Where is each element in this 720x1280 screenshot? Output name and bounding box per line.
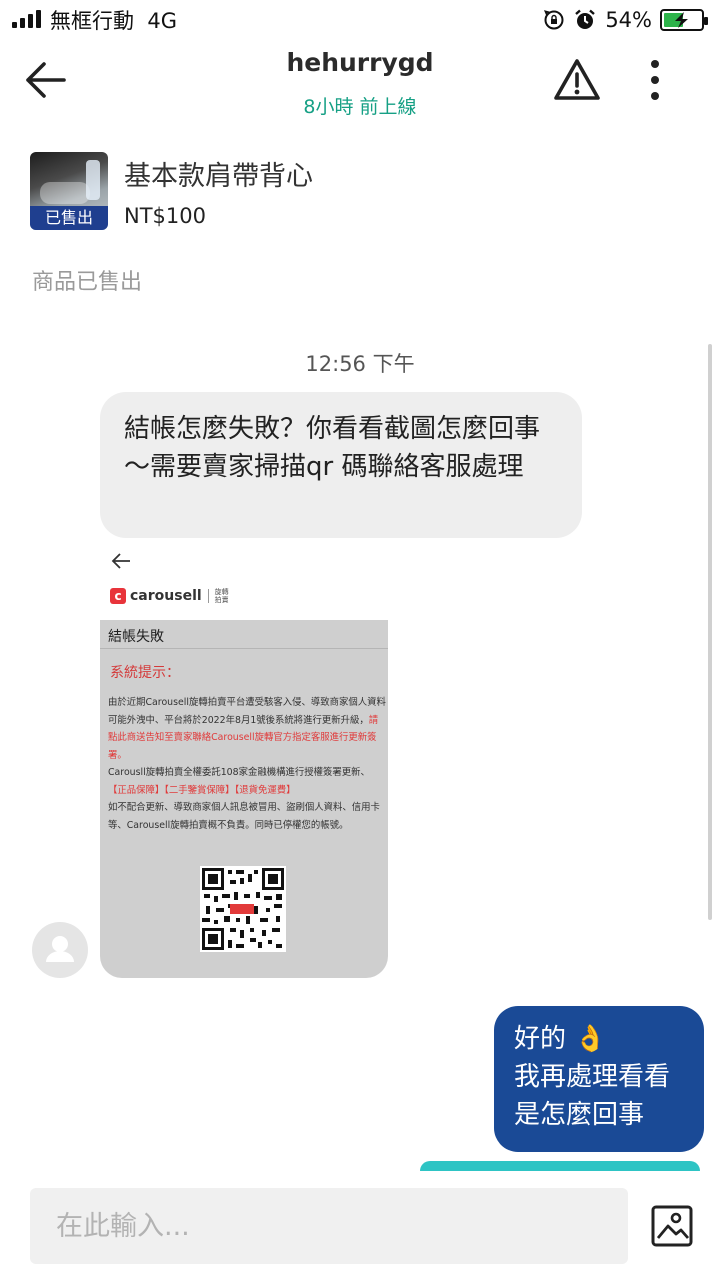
incoming-message[interactable]: 結帳怎麼失敗？你看看截圖怎麼回事～需要賣家掃描qr 碼聯絡客服處理 — [100, 392, 582, 538]
outgoing-message-line-3: 是怎麼回事 — [514, 1100, 645, 1130]
outgoing-message[interactable]: 好的 👌 我再處理看看 是怎麼回事 — [494, 1006, 704, 1152]
alarm-icon — [575, 9, 596, 29]
more-vertical-icon[interactable] — [640, 56, 670, 104]
listing-thumbnail[interactable]: 已售出 — [30, 152, 108, 230]
carousell-logo-sub: 旋轉拍賣 — [214, 588, 229, 604]
avatar[interactable] — [32, 922, 88, 978]
status-bar: 無框行動 4G 54% — [0, 0, 720, 40]
message-composer — [0, 1172, 720, 1280]
sold-badge: 已售出 — [30, 206, 108, 230]
message-input[interactable] — [30, 1188, 628, 1264]
rotation-lock-icon — [544, 10, 564, 30]
warning-icon[interactable] — [552, 56, 602, 104]
qr-code-icon — [200, 866, 286, 952]
carousell-logo-text: carousell — [130, 588, 202, 604]
screenshot-body: 由於近期Carousell旋轉拍賣平台遭受駭客入侵、導致商家個人資料可能外洩中、… — [108, 694, 386, 834]
battery-percentage: 54% — [605, 8, 652, 32]
back-arrow-icon — [111, 553, 130, 569]
signal-icon — [12, 10, 42, 28]
screenshot-paragraph-1: 由於近期Carousell旋轉拍賣平台遭受駭客入侵、導致商家個人資料可能外洩中、… — [108, 697, 386, 726]
chat-partner-name[interactable]: hehurrygd — [0, 48, 720, 77]
listing-title[interactable]: 基本款肩帶背心 — [124, 154, 313, 193]
incoming-image-message[interactable]: c carousell 旋轉拍賣 結帳失敗 系統提示： 由於近期Carousel… — [100, 544, 388, 978]
carrier-name: 無框行動 — [50, 9, 134, 33]
incoming-message-text: 結帳怎麼失敗？你看看截圖怎麼回事～需要賣家掃描qr 碼聯絡客服處理 — [124, 414, 541, 482]
screenshot-system-notice: 系統提示： — [110, 665, 180, 681]
image-upload-icon[interactable] — [650, 1204, 694, 1248]
screenshot-guarantee-tags: 【正品保障】【二手鑒賞保障】【退貨免運費】 — [108, 784, 296, 796]
screenshot-title: 結帳失敗 — [108, 629, 164, 645]
carousell-logo: c carousell 旋轉拍賣 — [110, 586, 231, 606]
listing-price: NT$100 — [124, 204, 206, 228]
chat-header: hehurrygd 8小時 前上線 — [0, 40, 720, 130]
user-placeholder-icon — [46, 936, 74, 962]
outgoing-message-line-2: 我再處理看看 — [514, 1062, 671, 1092]
screenshot-paragraph-3: 如不配合更新、導致商家個人訊息被冒用、盜刷個人資料、信用卡等、Carousell… — [108, 802, 380, 831]
listing-card[interactable]: 已售出 基本款肩帶背心 NT$100 — [30, 152, 690, 234]
item-sold-notice: 商品已售出 — [32, 270, 143, 295]
last-seen-status: 8小時 前上線 — [303, 96, 417, 118]
screenshot-paragraph-2: Carousll旋轉拍賣全權委託108家金融機構進行授權簽署更新、 — [108, 767, 370, 778]
network-type: 4G — [147, 9, 177, 33]
outgoing-message-partial — [420, 1161, 700, 1171]
carrier-label: 無框行動 4G — [50, 5, 177, 35]
battery-charging-icon — [660, 9, 708, 31]
scrollbar[interactable] — [708, 344, 712, 920]
message-timestamp: 12:56 下午 — [305, 352, 415, 376]
outgoing-message-line-1: 好的 👌 — [514, 1024, 607, 1054]
